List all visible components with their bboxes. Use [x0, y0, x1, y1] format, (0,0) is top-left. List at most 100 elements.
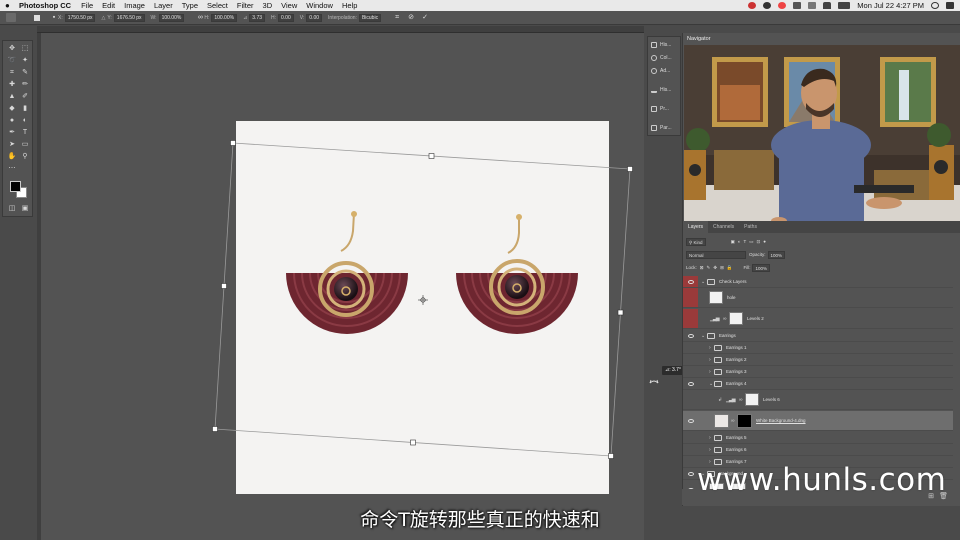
visibility-cell[interactable] [683, 468, 698, 479]
w-field[interactable]: 100.00% [158, 13, 185, 22]
screen-mode-icon[interactable]: ▣ [20, 204, 30, 213]
filter-kind-select[interactable]: ⚲ Kind [686, 237, 706, 246]
visibility-cell[interactable] [683, 342, 698, 353]
marquee-tool-icon[interactable]: ⬚ [20, 44, 30, 53]
visibility-cell[interactable] [683, 444, 698, 455]
eyedropper-icon[interactable]: ✎ [20, 68, 30, 77]
layer-group-earrings-5[interactable]: › Earrings 5 [683, 432, 953, 444]
layer-group-earrings-2[interactable]: › Earrings 2 [683, 354, 953, 366]
reference-point-checkbox[interactable] [34, 14, 40, 21]
chevron-down-icon[interactable]: ⌄ [701, 333, 705, 339]
history-brush-icon[interactable]: ✐ [20, 92, 30, 101]
visibility-cell[interactable] [683, 309, 698, 328]
move-tool-preset-icon[interactable] [6, 13, 16, 22]
chevron-down-icon[interactable]: ⌄ [709, 381, 713, 387]
edit-toolbar-icon[interactable]: ⋯ [7, 164, 17, 173]
angle-field[interactable]: 3.73 [249, 13, 266, 22]
visibility-cell[interactable] [683, 354, 698, 365]
menu-layer[interactable]: Layer [154, 1, 173, 10]
magic-wand-icon[interactable]: ✦ [20, 56, 30, 65]
clone-stamp-icon[interactable]: ▲ [7, 92, 17, 101]
clock[interactable]: Mon Jul 22 4:27 PM [857, 1, 924, 10]
layer-group-earrings[interactable]: ⌄ Earrings [683, 330, 953, 342]
foreground-color-swatch[interactable] [10, 181, 21, 192]
chevron-right-icon[interactable]: › [709, 357, 711, 363]
healing-brush-icon[interactable]: ✚ [7, 80, 17, 89]
github-icon[interactable] [763, 2, 772, 9]
apple-icon[interactable]: ● [5, 1, 15, 10]
hskew-field[interactable]: 0.00 [278, 13, 294, 22]
blur-tool-icon[interactable]: ● [7, 116, 17, 125]
chevron-right-icon[interactable]: › [709, 369, 711, 375]
warp-icon[interactable]: ⌗ [393, 14, 401, 22]
adjustments-panel-button[interactable]: Ad... [651, 66, 681, 76]
chevron-right-icon[interactable]: › [709, 345, 711, 351]
interpolation-select[interactable]: Bicubic [358, 13, 382, 22]
pen-tool-icon[interactable]: ✒ [7, 128, 17, 137]
type-tool-icon[interactable]: T [20, 128, 30, 137]
lock-icons[interactable]: ⊠✎✥⊞🔒 [700, 265, 736, 271]
record-icon[interactable] [778, 2, 787, 9]
visibility-cell[interactable] [683, 456, 698, 467]
brush-tool-icon[interactable]: ✏ [20, 80, 30, 89]
zoom-tool-icon[interactable]: ⚲ [20, 152, 30, 161]
visibility-cell[interactable] [683, 390, 698, 409]
menu-view[interactable]: View [281, 1, 297, 10]
history-panel-button[interactable]: His... [651, 40, 681, 50]
filter-type-icons[interactable]: ▣◐T▭⊡● [731, 239, 769, 245]
histogram-panel-button[interactable]: His... [651, 85, 681, 95]
visibility-cell[interactable] [683, 366, 698, 377]
chevron-right-icon[interactable]: › [709, 435, 711, 441]
visibility-cell[interactable] [683, 432, 698, 443]
menu-filter[interactable]: Filter [237, 1, 254, 10]
color-panel-button[interactable]: Col... [651, 53, 681, 63]
visibility-cell[interactable] [683, 276, 698, 287]
hand-tool-icon[interactable]: ✋ [7, 152, 17, 161]
eraser-icon[interactable]: ◆ [7, 104, 17, 113]
menu-image[interactable]: Image [124, 1, 145, 10]
layer-white-background-4[interactable]: ∞ White Background-4.dng [683, 411, 953, 431]
layer-group-earrings-4[interactable]: ⌄ Earrings 4 [683, 378, 953, 390]
airplay-icon[interactable] [808, 2, 817, 9]
spotlight-icon[interactable] [931, 2, 939, 9]
commit-transform-icon[interactable]: ✓ [421, 14, 429, 22]
layer-hole[interactable]: hole [683, 288, 953, 308]
menu-window[interactable]: Window [306, 1, 333, 10]
path-selection-icon[interactable]: ➤ [7, 140, 17, 149]
menu-file[interactable]: File [81, 1, 93, 10]
reference-point-icon[interactable]: ▪ [50, 14, 58, 22]
battery-icon[interactable] [838, 2, 851, 9]
menu-3d[interactable]: 3D [263, 1, 273, 10]
menu-type[interactable]: Type [182, 1, 198, 10]
paragraph-panel-button[interactable]: Par... [651, 123, 681, 133]
visibility-cell[interactable] [683, 288, 698, 307]
navigator-tab[interactable]: Navigator [687, 36, 711, 42]
opacity-field[interactable]: 100% [767, 250, 786, 259]
lasso-tool-icon[interactable]: ➰ [7, 56, 17, 65]
app-name-menu[interactable]: Photoshop CC [19, 1, 71, 10]
visibility-cell[interactable] [683, 330, 698, 341]
chevron-right-icon[interactable]: › [709, 447, 711, 453]
document-canvas[interactable] [236, 121, 609, 494]
tab-paths[interactable]: Paths [739, 221, 762, 233]
layer-levels-6[interactable]: ↲ ▁▃▅ ∞ Levels 6 [683, 390, 953, 410]
layer-levels-2[interactable]: ▁▃▅ ∞ Levels 2 [683, 309, 953, 329]
crop-tool-icon[interactable]: ⌗ [7, 68, 17, 77]
menu-list-icon[interactable] [946, 2, 954, 9]
tab-layers[interactable]: Layers [683, 221, 709, 233]
visibility-cell[interactable] [683, 378, 698, 389]
quick-mask-icon[interactable]: ◫ [7, 204, 17, 213]
blend-mode-select[interactable]: Normal [686, 250, 746, 259]
dodge-tool-icon[interactable]: ◐ [20, 116, 30, 125]
visibility-cell[interactable] [683, 411, 698, 430]
shape-tool-icon[interactable]: ▭ [20, 140, 30, 149]
menu-help[interactable]: Help [342, 1, 357, 10]
layer-group-earrings-1[interactable]: › Earrings 1 [683, 342, 953, 354]
vskew-field[interactable]: 0.00 [306, 13, 323, 22]
h-field[interactable]: 100.00% [211, 13, 238, 22]
fill-field[interactable]: 100% [752, 263, 770, 272]
tab-channels[interactable]: Channels [708, 221, 739, 233]
menu-edit[interactable]: Edit [102, 1, 115, 10]
layer-group-earrings-6[interactable]: › Earrings 6 [683, 444, 953, 456]
link-icon[interactable]: ∞ [196, 14, 204, 22]
